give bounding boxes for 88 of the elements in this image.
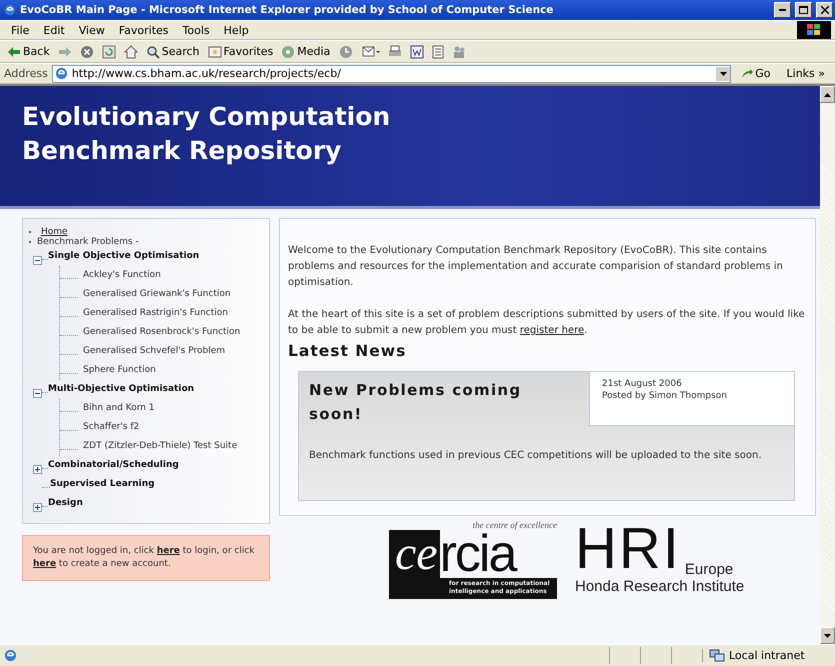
minus-icon bbox=[35, 260, 40, 261]
history-icon bbox=[338, 44, 354, 58]
search-icon bbox=[146, 44, 160, 58]
tree-item[interactable]: Generalised Griewank's Function bbox=[83, 285, 231, 304]
notes-icon bbox=[432, 44, 444, 58]
mail-icon bbox=[362, 44, 380, 58]
tree-category[interactable]: Multi-Objective Optimisation bbox=[48, 380, 194, 399]
go-button[interactable]: Go bbox=[735, 66, 777, 81]
logo-text: ce bbox=[389, 530, 440, 578]
up-arrow-icon bbox=[824, 92, 831, 96]
home-link[interactable]: Home bbox=[41, 227, 68, 237]
collapse-toggle[interactable] bbox=[33, 389, 42, 398]
tree-item[interactable]: Bihn and Korn 1 bbox=[83, 399, 155, 418]
toolbar-button[interactable]: Search bbox=[142, 44, 203, 58]
ie-icon bbox=[4, 4, 16, 16]
menu-item[interactable]: Help bbox=[216, 24, 256, 36]
tree-category[interactable]: Design bbox=[48, 494, 83, 513]
intro-paragraph: Welcome to the Evolutionary Computation Benchmark Repository (EvoCoBR). This site contains problems and resources for the implementation and accurate comparision of standard problems in optimisation. bbox=[288, 244, 784, 290]
home-icon bbox=[124, 44, 138, 58]
tree-item[interactable]: Ackley's Function bbox=[83, 266, 161, 285]
address-field[interactable]: http://www.cs.bham.ac.uk/research/projects/ecb/ bbox=[52, 64, 732, 82]
tree-item[interactable]: Sphere Function bbox=[83, 361, 156, 380]
window-title: EvoCoBR Main Page - Microsoft Internet Explorer provided by School of Computer Science bbox=[20, 4, 554, 16]
tree-item[interactable]: ZDT (Zitzler-Deb-Thiele) Test Suite bbox=[83, 437, 238, 456]
menu-item[interactable]: Favorites bbox=[112, 24, 176, 36]
plus-icon bbox=[35, 467, 40, 472]
logo-region: Europe bbox=[684, 561, 734, 578]
network-icon bbox=[709, 649, 725, 662]
section-heading: Latest News bbox=[288, 343, 408, 359]
logo-tagline: the centre of excellence bbox=[472, 520, 557, 530]
minimize-button[interactable] bbox=[774, 2, 791, 18]
maximize-button[interactable] bbox=[795, 2, 812, 18]
down-arrow-icon bbox=[824, 634, 831, 638]
links-button[interactable]: Links » bbox=[780, 66, 831, 81]
forward-arrow-icon bbox=[58, 46, 72, 58]
expand-toggle[interactable] bbox=[33, 465, 42, 474]
section-label: Benchmark Problems - bbox=[37, 237, 139, 247]
tree-category[interactable]: Combinatorial/Scheduling bbox=[48, 456, 179, 475]
toolbar-button[interactable]: Back bbox=[4, 45, 53, 58]
windows-logo-icon bbox=[797, 21, 831, 39]
close-icon bbox=[820, 6, 828, 14]
news-date: 21st August 2006 bbox=[602, 378, 683, 390]
news-author: Posted by Simon Thompson bbox=[602, 390, 728, 402]
menu-item[interactable]: File bbox=[4, 24, 36, 36]
people-icon bbox=[452, 44, 466, 58]
news-title: New Problems coming soon! bbox=[309, 380, 522, 425]
minus-icon bbox=[35, 393, 40, 394]
refresh-icon bbox=[102, 44, 116, 58]
register-link[interactable]: here bbox=[33, 559, 56, 569]
scroll-up-button[interactable] bbox=[820, 86, 835, 103]
maximize-icon bbox=[799, 6, 808, 14]
media-icon bbox=[281, 44, 296, 58]
logo-mark: HRI bbox=[575, 520, 681, 578]
menu-item[interactable]: Tools bbox=[176, 24, 217, 36]
ie-icon bbox=[54, 67, 68, 80]
login-link[interactable]: here bbox=[156, 546, 180, 556]
minimize-icon bbox=[779, 9, 786, 11]
login-notice: You are not logged in, click here to login, or click here to create a new account. bbox=[22, 535, 270, 581]
logo-text: rcia bbox=[440, 530, 516, 578]
tree-item[interactable]: Generalised Rastrigin's Function bbox=[83, 304, 228, 323]
scroll-down-button[interactable] bbox=[820, 627, 835, 644]
tree-category[interactable]: Supervised Learning bbox=[50, 475, 155, 494]
collapse-toggle[interactable] bbox=[33, 256, 42, 265]
site-title: Evolutionary Computation bbox=[22, 101, 392, 133]
toolbar-button[interactable]: Favorites bbox=[204, 44, 276, 58]
info-paragraph: At the heart of this site is a set of problem descriptions submitted by users of the site. If you would like to be able to submit a new problem you must register here. bbox=[288, 308, 806, 338]
stop-icon bbox=[80, 44, 94, 58]
logo-name: Honda Research Institute bbox=[575, 578, 744, 595]
site-title: Benchmark Repository bbox=[22, 135, 342, 167]
menu-item[interactable]: View bbox=[72, 24, 112, 36]
tree-item[interactable]: Generalised Rosenbrock's Function bbox=[83, 323, 240, 342]
menu-item[interactable]: Edit bbox=[36, 24, 72, 36]
news-body: Benchmark functions used in previous CEC competitions will be uploaded to the site soon. bbox=[309, 449, 763, 463]
tree-category[interactable]: Single Objective Optimisation bbox=[48, 247, 200, 266]
toolbar-button[interactable]: Media bbox=[278, 44, 334, 58]
tree-item[interactable]: Generalised Schvefel's Problem bbox=[83, 342, 226, 361]
expand-toggle[interactable] bbox=[33, 503, 42, 512]
tree-item[interactable]: Schaffer's f2 bbox=[83, 418, 140, 437]
zone-label: Local intranet bbox=[729, 649, 805, 662]
document-icon bbox=[410, 44, 424, 58]
go-arrow-icon bbox=[741, 68, 754, 80]
close-button[interactable] bbox=[816, 2, 833, 18]
back-arrow-icon bbox=[7, 46, 21, 58]
address-label: Address bbox=[4, 67, 48, 80]
register-here-link[interactable]: register here bbox=[520, 325, 584, 336]
printer-icon bbox=[388, 44, 402, 58]
ie-icon bbox=[4, 649, 17, 662]
plus-icon bbox=[35, 505, 40, 510]
